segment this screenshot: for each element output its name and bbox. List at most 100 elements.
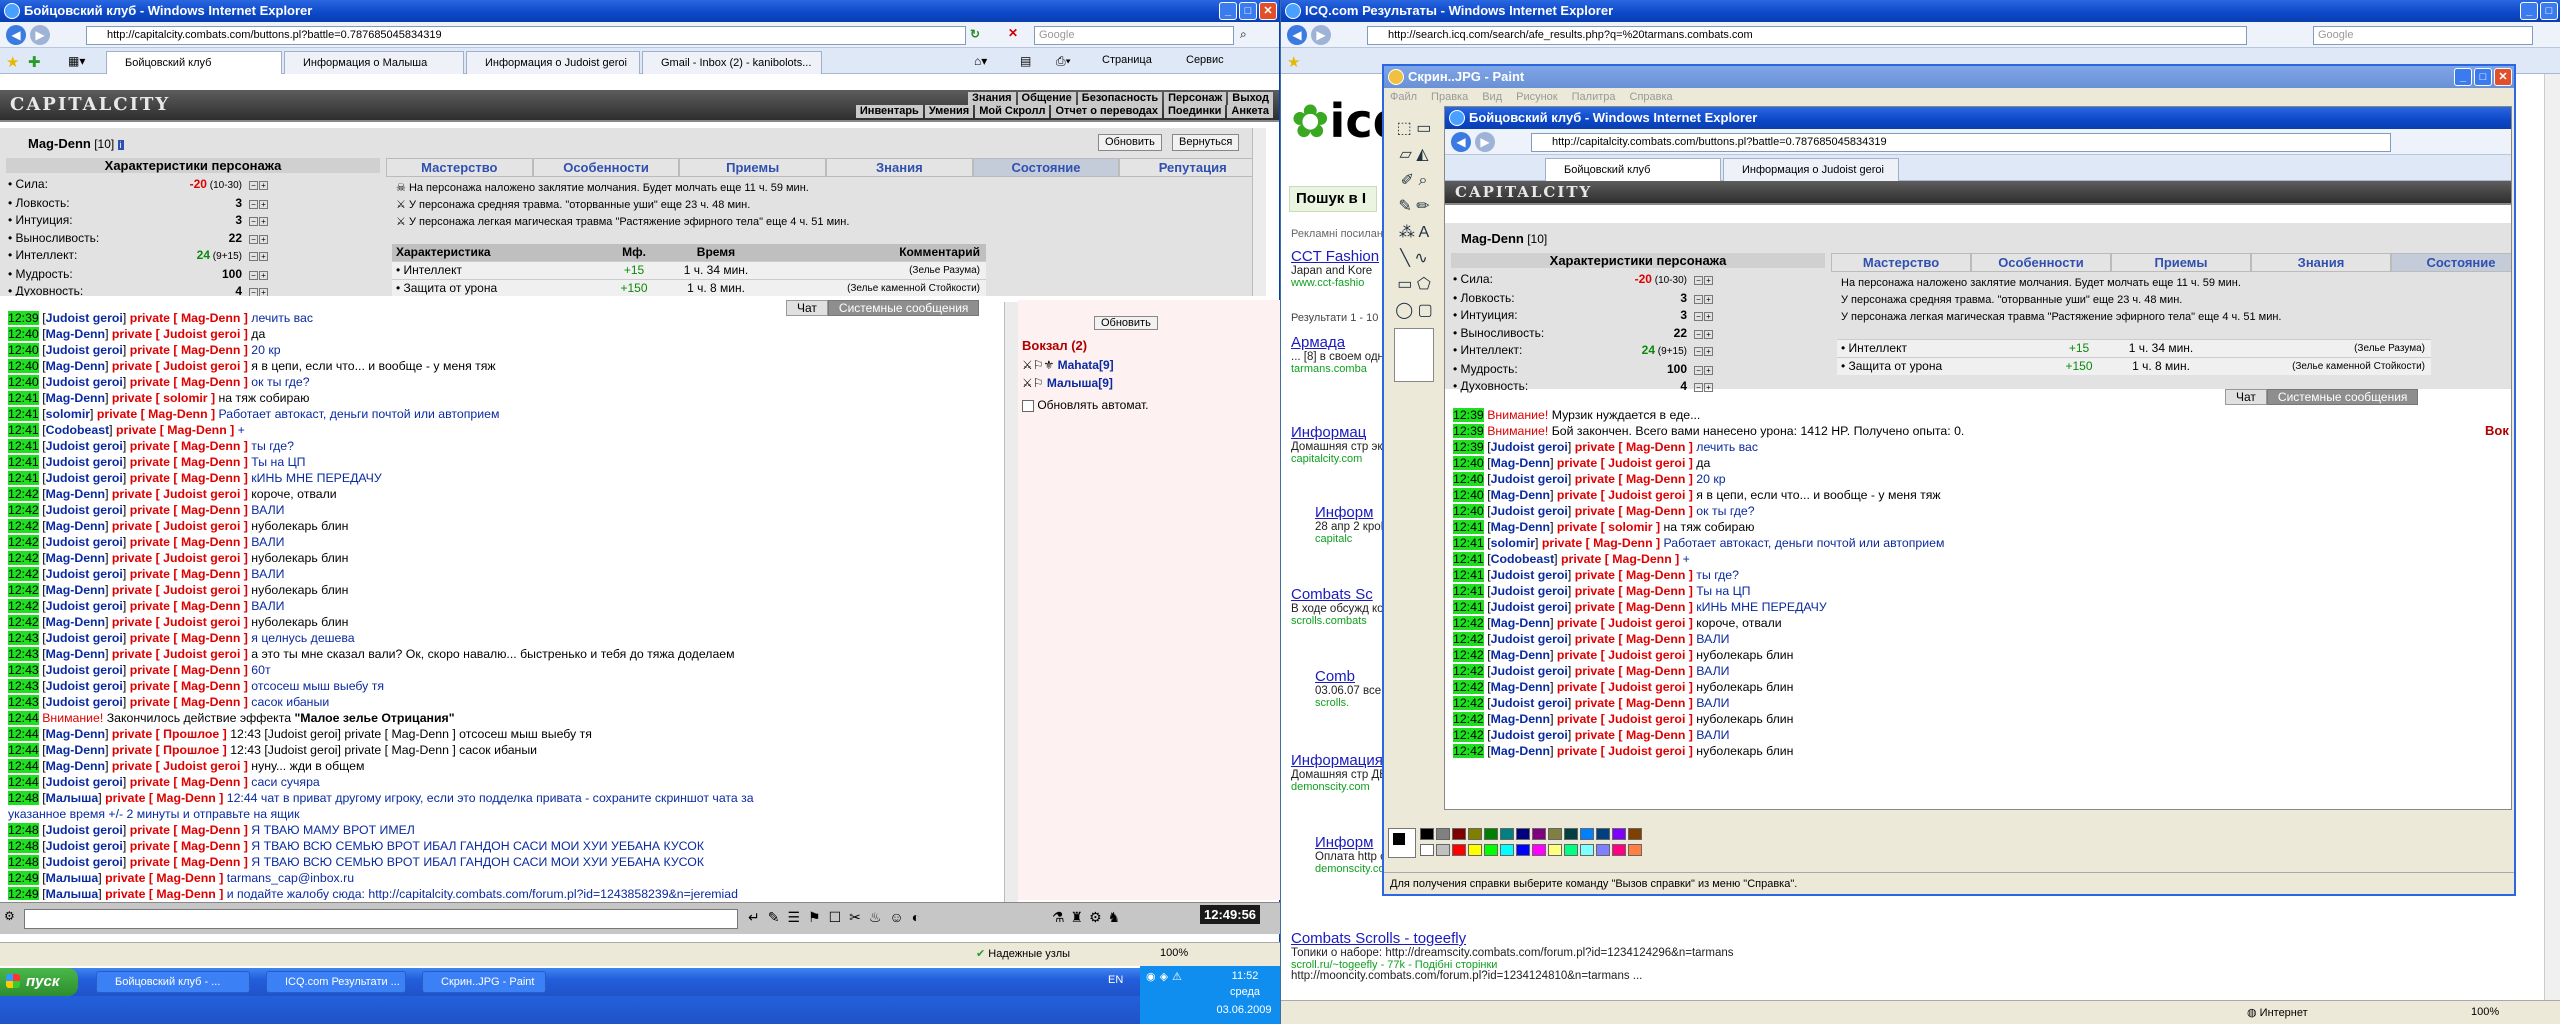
palette-swatch[interactable] [1436, 828, 1450, 840]
tab-1[interactable]: Информация о Малыша [284, 51, 464, 74]
chat-private[interactable]: private [ Mag-Denn ] [130, 535, 248, 549]
chat-sender[interactable]: Mag-Denn [1491, 744, 1550, 758]
chat-private[interactable]: private [ Judoist geroi ] [112, 759, 248, 773]
result-url[interactable]: scrolls.combats [1291, 615, 1371, 627]
menu-transfers[interactable]: Отчет о переводах [1051, 105, 1163, 118]
chat-sender[interactable]: Judoist geroi [46, 631, 123, 645]
palette-swatch[interactable] [1452, 844, 1466, 856]
stat-plus-minus[interactable]: − + [248, 231, 268, 245]
menu-character[interactable]: Персонаж [1164, 92, 1227, 105]
chat-sender[interactable]: Judoist geroi [46, 599, 123, 613]
chat-sender[interactable]: Judoist geroi [46, 471, 123, 485]
stat-plus-minus[interactable]: − + [1693, 291, 1713, 305]
chat-sender[interactable]: Judoist geroi [46, 679, 123, 693]
tab-reputation[interactable]: Репутация [1119, 158, 1267, 177]
chat-private[interactable]: private [ Mag-Denn ] [130, 663, 248, 677]
chat-private[interactable]: private [ Mag-Denn ] [130, 311, 248, 325]
chat-sender[interactable]: Judoist geroi [46, 823, 123, 837]
print-icon[interactable]: ⎙▾ [1056, 54, 1071, 69]
palette-swatch[interactable] [1612, 828, 1626, 840]
chat-sender[interactable]: Mag-Denn [46, 615, 105, 629]
chat-sender[interactable]: Judoist geroi [46, 343, 123, 357]
chat-private[interactable]: private [ Прошлое ] [112, 743, 227, 757]
chat-sender[interactable]: Judoist geroi [46, 311, 123, 325]
tab-mastery[interactable]: Мастерство [386, 158, 533, 177]
result-url[interactable]: capitalcity.com [1291, 453, 1371, 465]
chat-private[interactable]: private [ Judoist geroi ] [1557, 456, 1693, 470]
start-button[interactable]: пуск [0, 968, 78, 996]
palette-swatch[interactable] [1596, 828, 1610, 840]
chat-sender[interactable]: Judoist geroi [1491, 440, 1568, 454]
right-address-bar[interactable]: http://search.icq.com/search/afe_results… [1367, 26, 2247, 45]
chat-sender[interactable]: Mag-Denn [46, 519, 105, 533]
paint-canvas[interactable]: Бойцовский клуб - Windows Internet Explo… [1444, 106, 2512, 810]
chat-private[interactable]: private [ Mag-Denn ] [130, 775, 248, 789]
chat-sender[interactable]: Mag-Denn [46, 487, 105, 501]
chat-sender[interactable]: Mag-Denn [46, 391, 105, 405]
language-indicator[interactable]: EN [1108, 974, 1123, 986]
right-search-input[interactable]: Google [2313, 26, 2533, 45]
chat-sender[interactable]: Mag-Denn [46, 727, 105, 741]
palette-swatch[interactable] [1452, 828, 1466, 840]
chat-sender[interactable]: Judoist geroi [46, 567, 123, 581]
palette-swatch[interactable] [1612, 844, 1626, 856]
chat-private[interactable]: private [ Judoist geroi ] [112, 583, 248, 597]
menu-view[interactable]: Вид [1482, 88, 1502, 106]
stat-plus-minus[interactable]: − + [248, 248, 268, 262]
chat-private[interactable]: private [ Mag-Denn ] [97, 407, 215, 421]
chat-private[interactable]: private [ solomir ] [112, 391, 215, 405]
result-title[interactable]: Combats Scrolls - togeefly [1291, 930, 1466, 947]
chat-private[interactable]: private [ Mag-Denn ] [116, 423, 234, 437]
palette-swatch[interactable] [1500, 828, 1514, 840]
chat-private[interactable]: private [ Mag-Denn ] [1575, 440, 1693, 454]
char-name[interactable]: Mag-Denn [28, 136, 91, 151]
menu-file[interactable]: Файл [1390, 88, 1417, 106]
chat-sender[interactable]: Mag-Denn [1491, 648, 1550, 662]
chat-sender[interactable]: Mag-Denn [46, 583, 105, 597]
chat-sender[interactable]: Judoist geroi [1491, 728, 1568, 742]
tab-0[interactable]: Бойцовский клуб [106, 51, 282, 74]
stat-plus-minus[interactable]: − + [1693, 362, 1713, 376]
chat-sender[interactable]: Mag-Denn [46, 551, 105, 565]
eraser-tool-icon[interactable]: ▱ ◭ [1388, 142, 1440, 168]
chat-private[interactable]: private [ Judoist geroi ] [112, 615, 248, 629]
chat-sender[interactable]: Judoist geroi [46, 439, 123, 453]
palette-swatch[interactable] [1532, 844, 1546, 856]
chat-private[interactable]: private [ Mag-Denn ] [130, 503, 248, 517]
chat-private[interactable]: private [ Mag-Denn ] [130, 455, 248, 469]
chat-sender[interactable]: Judoist geroi [1491, 472, 1568, 486]
stat-plus-minus[interactable]: − + [1693, 343, 1713, 357]
back-button[interactable]: ◀ [1287, 25, 1307, 45]
palette-swatch[interactable] [1484, 844, 1498, 856]
chat-private[interactable]: private [ Mag-Denn ] [130, 375, 248, 389]
chat-private[interactable]: private [ Judoist geroi ] [112, 487, 248, 501]
chat-private[interactable]: private [ Mag-Denn ] [1575, 568, 1693, 582]
chat-private[interactable]: private [ Judoist geroi ] [1557, 648, 1693, 662]
tab-3[interactable]: Gmail - Inbox (2) - kanibolots... [642, 51, 822, 74]
chat-private[interactable]: private [ Mag-Denn ] [130, 343, 248, 357]
palette-swatch[interactable] [1564, 844, 1578, 856]
palette-swatch[interactable] [1628, 844, 1642, 856]
chat-private[interactable]: private [ Mag-Denn ] [1575, 696, 1693, 710]
palette-swatch[interactable] [1420, 844, 1434, 856]
taskbar-item-combats[interactable]: Бойцовский клуб - ... [96, 971, 250, 993]
chat-private[interactable]: private [ Judoist geroi ] [112, 647, 248, 661]
tab-features[interactable]: Особенности [532, 158, 680, 177]
chat-private[interactable]: private [ Judoist geroi ] [1557, 712, 1693, 726]
service-menu[interactable]: Сервис [1186, 54, 1224, 66]
favorites-star-icon[interactable]: ★ [1287, 53, 1300, 71]
chat-sender[interactable]: Mag-Denn [46, 743, 105, 757]
room-user[interactable]: Малыша[9] [1047, 376, 1113, 390]
palette-swatch[interactable] [1596, 844, 1610, 856]
forward-button[interactable]: ▶ [30, 25, 50, 45]
palette-swatch[interactable] [1580, 828, 1594, 840]
stat-plus-minus[interactable]: − + [248, 177, 268, 191]
chat-sender[interactable]: Judoist geroi [1491, 600, 1568, 614]
stat-plus-minus[interactable]: − + [1693, 272, 1713, 286]
tab-state[interactable]: Состояние [972, 158, 1120, 177]
quick-tabs-icon[interactable]: ▦▾ [68, 54, 85, 68]
chat-sender[interactable]: Малыша [46, 871, 99, 885]
chat-sender[interactable]: Mag-Denn [46, 359, 105, 373]
chat-sender[interactable]: Judoist geroi [1491, 664, 1568, 678]
panel-scrollbar[interactable] [1252, 128, 1266, 296]
